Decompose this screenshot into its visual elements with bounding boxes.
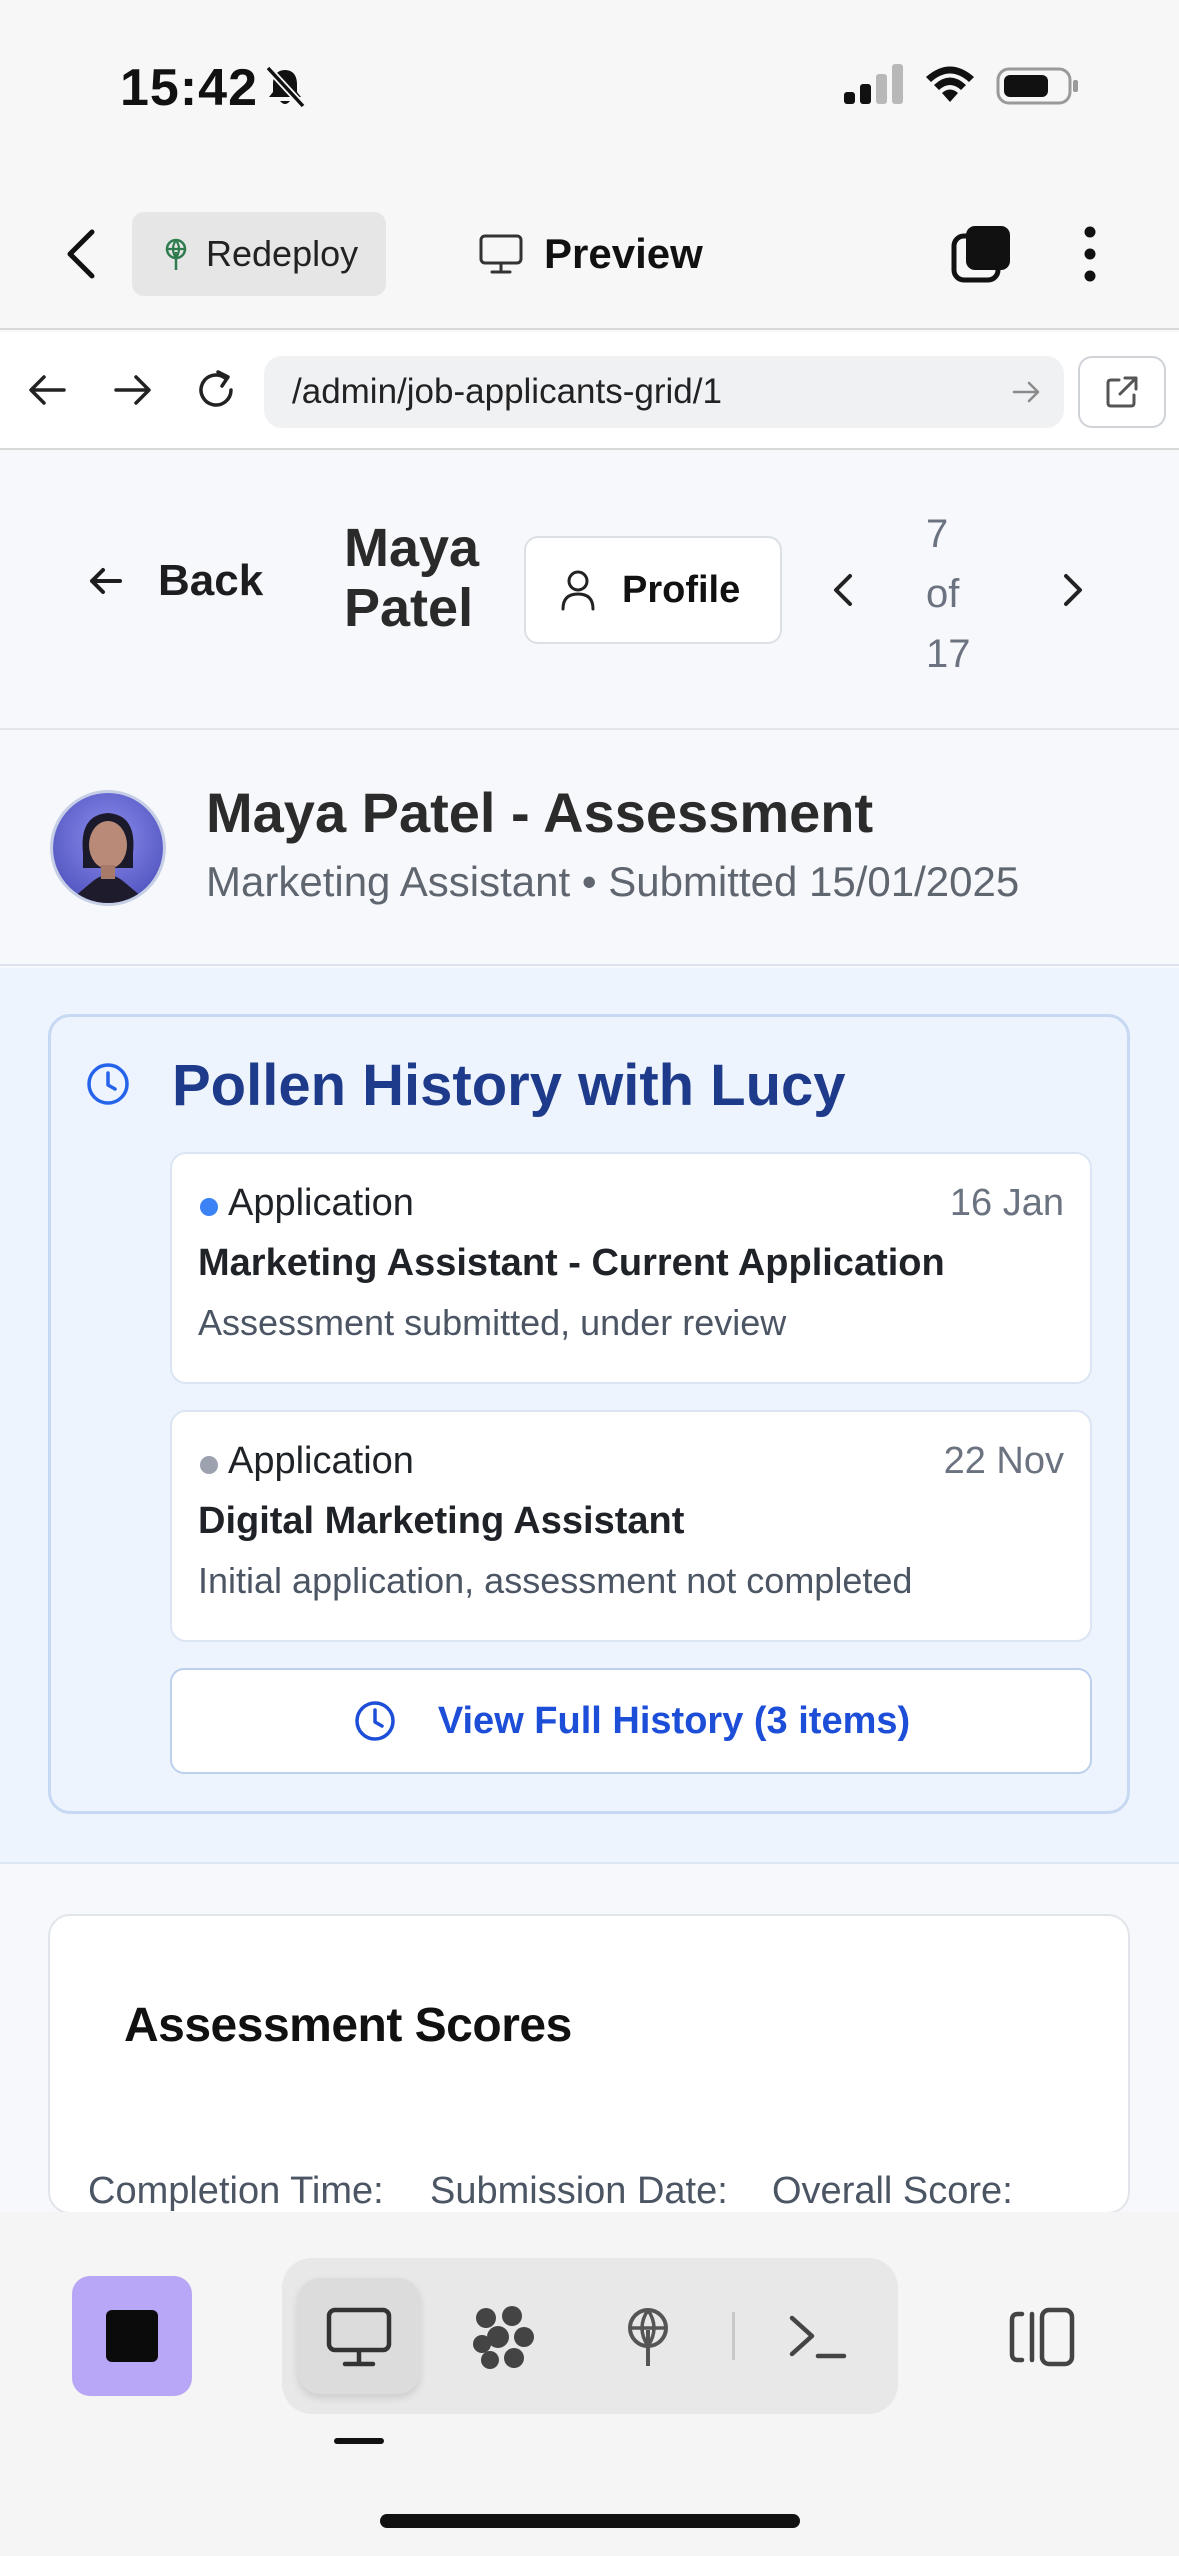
go-arrow-icon[interactable] <box>1008 374 1044 410</box>
antenna-icon[interactable] <box>612 2304 684 2370</box>
item-title: Digital Marketing Assistant <box>198 1500 685 1542</box>
history-title: Pollen History with Lucy <box>172 1053 846 1118</box>
url-text: /admin/job-applicants-grid/1 <box>292 372 722 411</box>
monitor-icon <box>479 234 523 274</box>
home-indicator <box>380 2514 800 2528</box>
bubbles-icon[interactable] <box>468 2304 540 2370</box>
assessment-title: Maya Patel - Assessment <box>206 781 874 844</box>
avatar <box>50 790 166 906</box>
more-options-icon[interactable] <box>1070 222 1110 286</box>
clock-icon <box>355 1701 395 1741</box>
chevron-left-icon[interactable] <box>826 570 862 610</box>
view-full-history-label: View Full History (3 items) <box>437 1699 911 1742</box>
item-description: Assessment submitted, under review <box>198 1302 787 1343</box>
sidebar-toggle-icon[interactable] <box>1006 2304 1078 2370</box>
wifi-icon <box>926 66 974 102</box>
status-dot <box>200 1456 218 1474</box>
status-dot <box>200 1198 218 1216</box>
overall-score-label: Overall Score: <box>772 2170 1013 2212</box>
view-full-history-button[interactable]: View Full History (3 items) <box>170 1668 1092 1774</box>
page-title: Maya Patel <box>344 518 480 639</box>
active-indicator <box>334 2438 384 2444</box>
item-type: Application <box>228 1182 414 1224</box>
stop-button[interactable] <box>72 2276 192 2396</box>
back-label: Back <box>158 556 264 605</box>
assessment-scores-title: Assessment Scores <box>124 1999 572 2052</box>
status-time: 15:42 <box>120 59 258 117</box>
battery-icon <box>996 67 1078 105</box>
profile-button[interactable]: Profile <box>524 536 782 644</box>
item-date: 22 Nov <box>943 1440 1064 1482</box>
external-link-icon <box>1106 376 1138 408</box>
assessment-subtitle: Marketing Assistant • Submitted 15/01/20… <box>206 858 1020 905</box>
monitor-icon[interactable] <box>323 2304 395 2370</box>
history-item[interactable]: Application 16 Jan Marketing Assistant -… <box>170 1152 1092 1384</box>
item-title: Marketing Assistant - Current Applicatio… <box>198 1242 945 1284</box>
user-icon <box>561 570 595 611</box>
arrow-left-icon <box>90 568 122 594</box>
clock-icon <box>87 1063 129 1105</box>
redeploy-button[interactable]: Redeploy <box>132 212 386 296</box>
chevron-right-icon[interactable] <box>1054 570 1090 610</box>
cellular-signal-icon <box>844 64 903 104</box>
preview-label: Preview <box>544 230 703 277</box>
item-description: Initial application, assessment not comp… <box>198 1560 913 1601</box>
assessment-scores-card <box>48 1914 1130 2214</box>
arrow-right-icon[interactable] <box>108 366 156 414</box>
reload-icon[interactable] <box>192 366 240 414</box>
url-input[interactable]: /admin/job-applicants-grid/1 <box>264 356 1064 428</box>
submission-date-label: Submission Date: <box>430 2170 728 2212</box>
pager-count: 7 of 17 <box>926 512 971 676</box>
item-type: Application <box>228 1440 414 1482</box>
open-external-button[interactable] <box>1078 356 1166 428</box>
divider <box>732 2312 735 2360</box>
bell-muted-icon <box>265 65 306 109</box>
completion-time-label: Completion Time: <box>88 2170 384 2212</box>
arrow-left-icon[interactable] <box>24 366 72 414</box>
terminal-icon[interactable] <box>782 2304 854 2370</box>
chevron-left-icon[interactable] <box>60 224 104 284</box>
preview-button[interactable]: Preview <box>478 222 703 286</box>
applicant-header <box>0 732 1179 966</box>
back-button[interactable]: Back <box>86 556 263 606</box>
stop-icon <box>106 2310 158 2362</box>
redeploy-label: Redeploy <box>206 233 359 274</box>
history-item[interactable]: Application 22 Nov Digital Marketing Ass… <box>170 1410 1092 1642</box>
profile-label: Profile <box>622 568 741 611</box>
antenna-icon <box>165 238 187 270</box>
tabs-icon[interactable] <box>950 222 1014 286</box>
item-date: 16 Jan <box>949 1182 1064 1224</box>
